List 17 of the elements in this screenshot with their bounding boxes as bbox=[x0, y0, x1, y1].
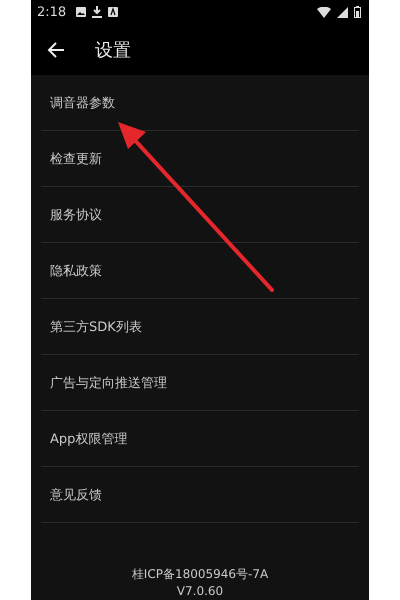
battery-icon bbox=[354, 6, 361, 18]
license-text: 桂ICP备18005946号-7A bbox=[132, 566, 268, 583]
settings-item[interactable]: 服务协议 bbox=[41, 187, 359, 243]
image-icon bbox=[76, 7, 86, 17]
page-title: 设置 bbox=[95, 38, 131, 62]
settings-item[interactable]: App权限管理 bbox=[41, 411, 359, 467]
wifi-icon bbox=[317, 6, 331, 18]
settings-item[interactable]: 第三方SDK列表 bbox=[41, 299, 359, 355]
notification-icon bbox=[108, 7, 118, 17]
back-arrow-icon[interactable] bbox=[47, 40, 65, 58]
settings-item[interactable]: 意见反馈 bbox=[41, 467, 359, 523]
settings-item[interactable]: 广告与定向推送管理 bbox=[41, 355, 359, 411]
settings-item[interactable]: 隐私政策 bbox=[41, 243, 359, 299]
status-time: 2:18 bbox=[37, 4, 66, 20]
download-icon bbox=[92, 6, 102, 18]
version-text: V7.0.60 bbox=[176, 584, 224, 598]
signal-icon bbox=[337, 6, 348, 18]
